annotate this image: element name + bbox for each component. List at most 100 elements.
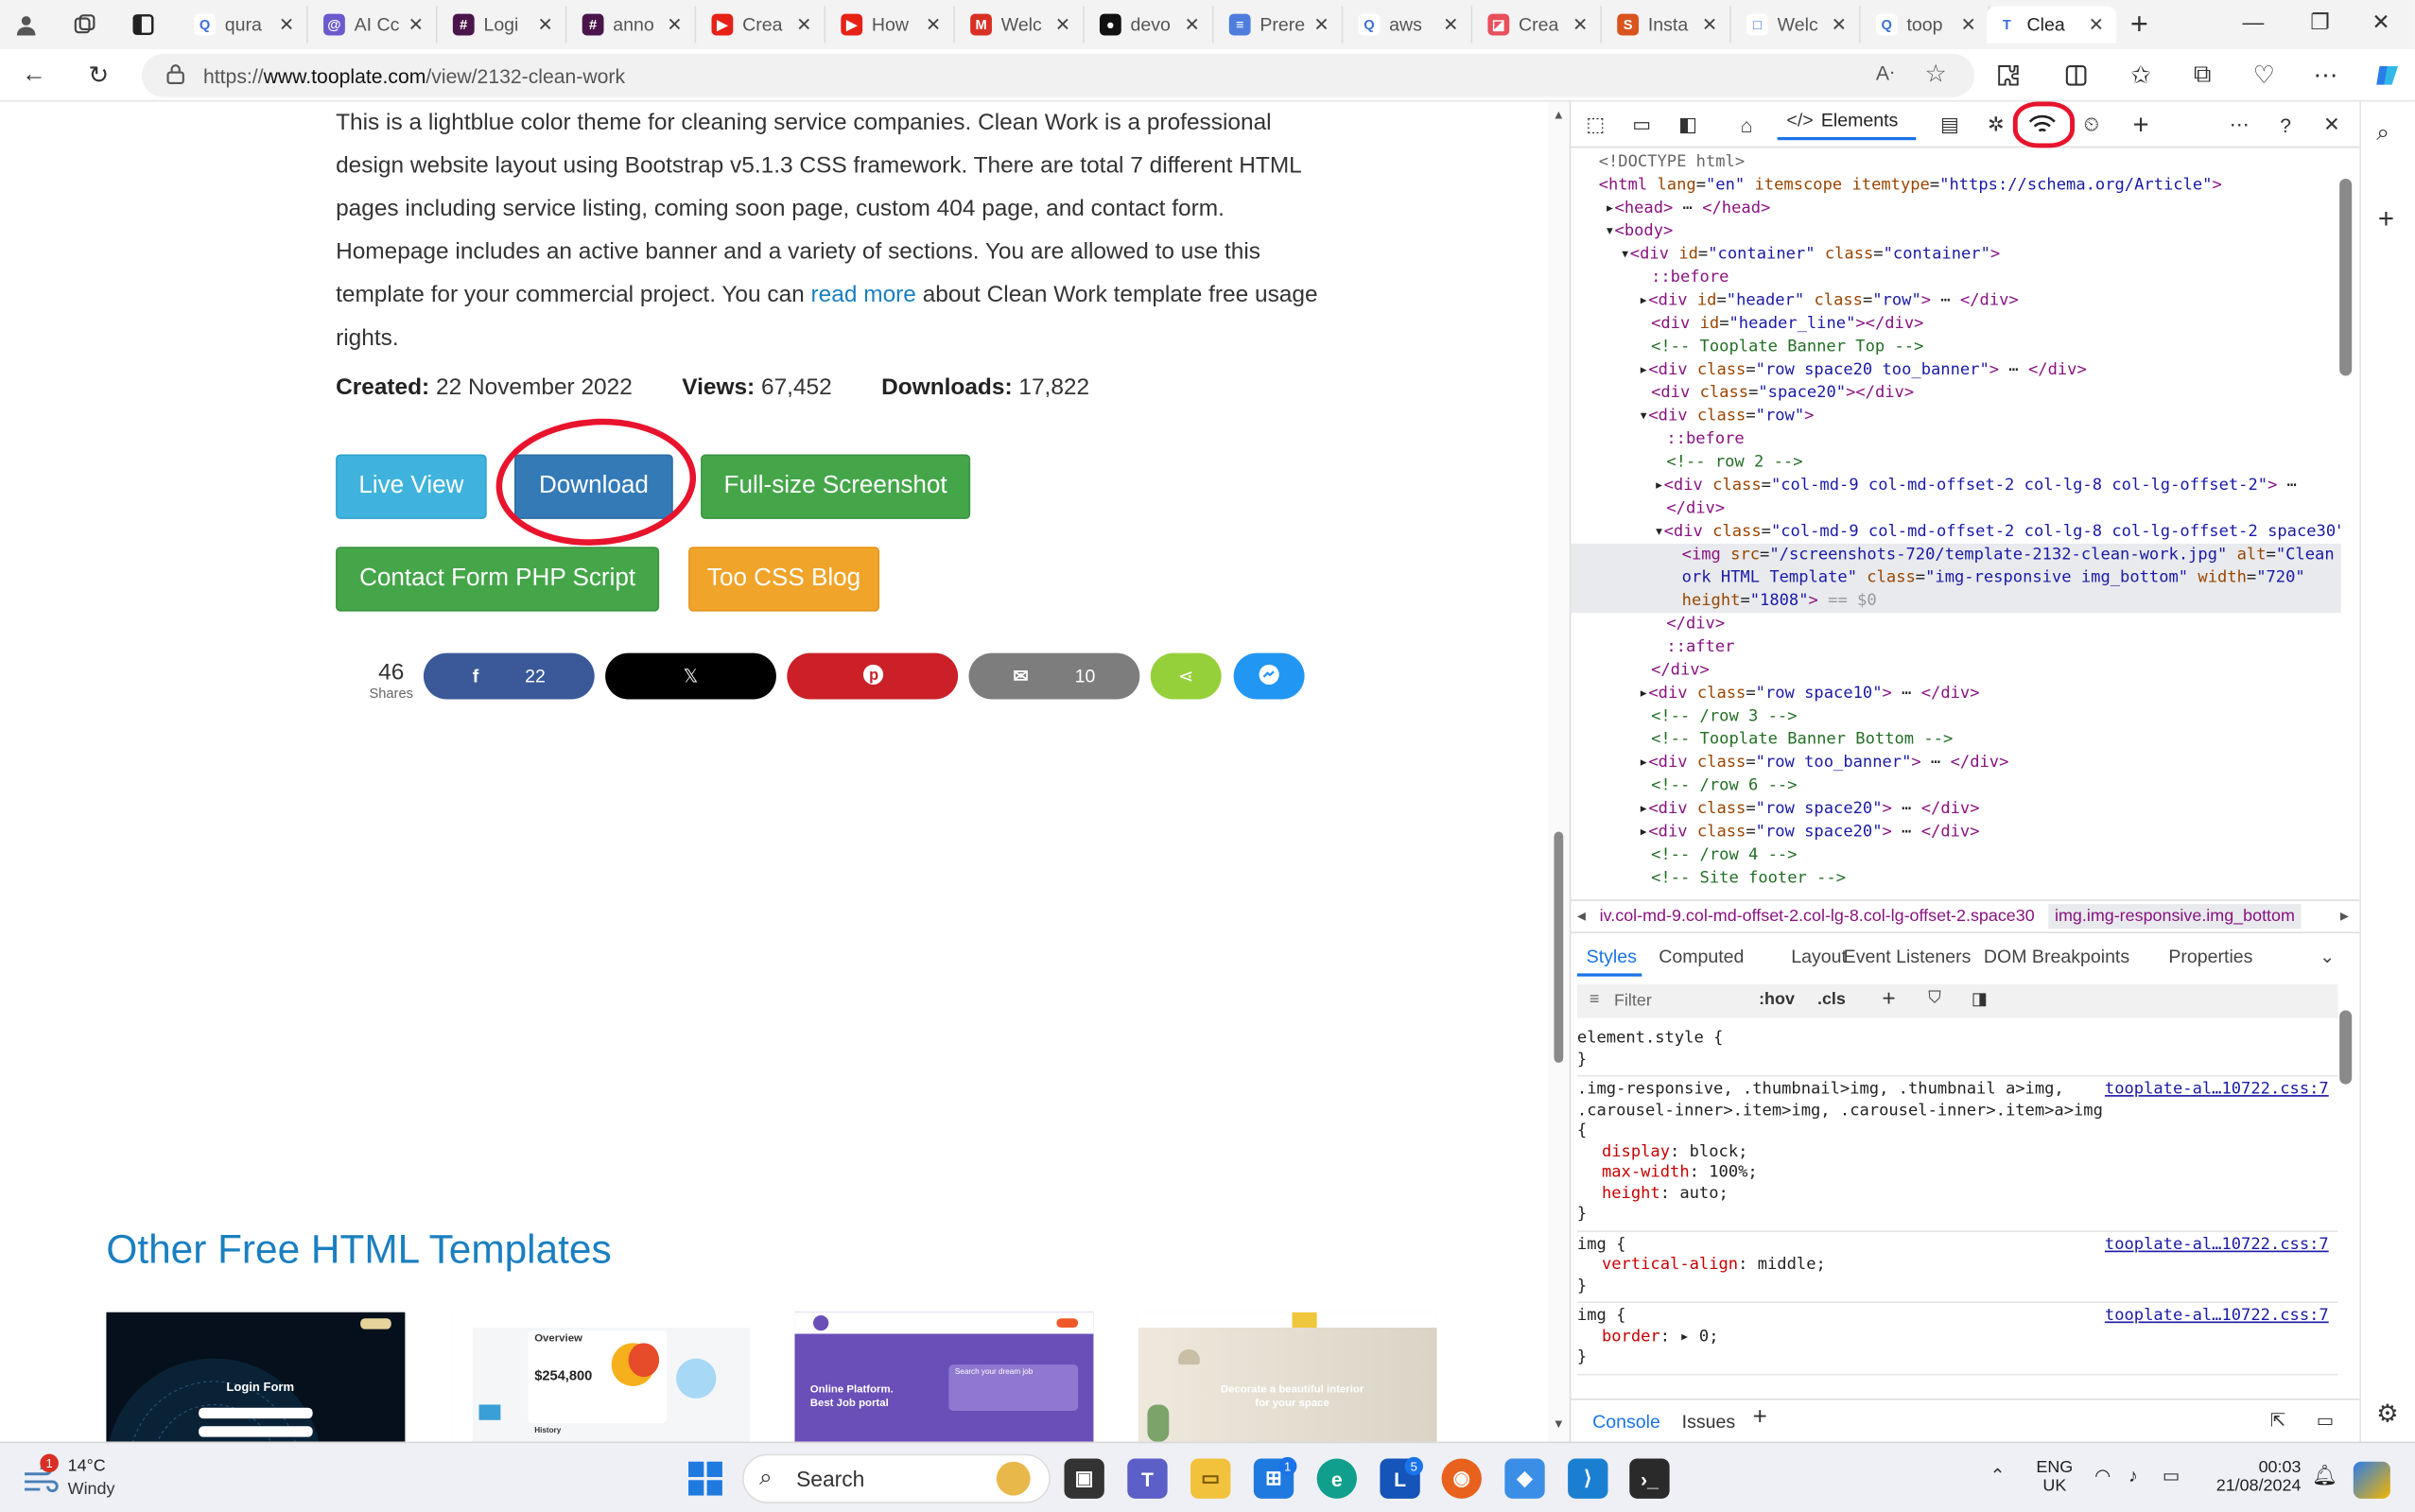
paint-brush-icon[interactable]: ⛉	[1928, 989, 1940, 1009]
browser-tab[interactable]: @ AI Cc ✕	[314, 6, 438, 43]
template-thumb-job-portal[interactable]: Online Platform. Best Job portal Search y…	[794, 1312, 1094, 1442]
teams-icon[interactable]: T	[1127, 1458, 1168, 1499]
scroll-down-icon[interactable]: ▼	[1553, 1416, 1565, 1431]
back-icon[interactable]: ←	[15, 59, 52, 93]
refresh-icon[interactable]: ↻	[80, 59, 117, 93]
share-x-button[interactable]: 𝕏	[605, 652, 776, 700]
browser-tab[interactable]: # anno ✕	[573, 6, 697, 43]
styles-scrollbar[interactable]	[2339, 1010, 2353, 1085]
browser-tab[interactable]: ▶ Crea ✕	[703, 6, 826, 43]
sources-bug-icon[interactable]: ✲	[1981, 111, 2012, 138]
breadcrumb-left-icon[interactable]: ◂	[1577, 907, 1586, 926]
scroll-up-icon[interactable]: ▲	[1553, 108, 1565, 122]
dom-tree-scrollbar[interactable]	[2339, 178, 2353, 376]
browser-tab[interactable]: Qaws ✕	[1349, 6, 1473, 43]
vscode-icon[interactable]: ⟩	[1568, 1458, 1608, 1499]
edge-icon[interactable]: e	[1316, 1458, 1357, 1499]
cls-toggle[interactable]: .cls	[1817, 990, 1846, 1009]
browser-tab[interactable]: Qqura ✕	[184, 6, 308, 43]
share-email-button[interactable]: ✉ 10	[968, 652, 1140, 700]
breadcrumb-parent[interactable]: iv.col-md-9.col-md-offset-2.col-lg-8.col…	[1600, 907, 2035, 926]
windows-start-icon[interactable]	[686, 1460, 723, 1504]
performance-icon[interactable]: ⏲	[2076, 111, 2108, 138]
template-thumb-login-form[interactable]: Login Form	[106, 1312, 406, 1442]
close-tab-icon[interactable]: ✕	[1832, 14, 1853, 36]
copilot-icon[interactable]	[2369, 59, 2406, 93]
close-devtools-icon[interactable]: ✕	[2317, 111, 2348, 138]
share-messenger-button[interactable]	[1233, 652, 1305, 700]
taskbar-search[interactable]: ⌕ Search	[742, 1453, 1051, 1503]
drawer-screen-icon[interactable]: ▭	[2317, 1409, 2334, 1431]
browser-tab[interactable]: ● devo ✕	[1090, 6, 1214, 43]
css-source-link[interactable]: tooplate-al…10722.css:7	[2105, 1306, 2329, 1327]
address-bar[interactable]: https://www.tooplate.com/view/2132-clean…	[141, 54, 1975, 97]
new-tab-button[interactable]: +	[2119, 7, 2159, 43]
share-pinterest-button[interactable]: p	[787, 652, 959, 700]
browser-tab[interactable]: ▶ How ✕	[832, 6, 955, 43]
devtools-menu-icon[interactable]: ⋯	[2224, 111, 2255, 138]
browser-tab[interactable]: ◪ Crea ✕	[1479, 6, 1602, 43]
browser-tab[interactable]: M Welc ✕	[961, 6, 1085, 43]
breadcrumb-current[interactable]: img.img-responsive.img_bottom	[2048, 904, 2302, 930]
settings-more-icon[interactable]: ⋯	[2307, 59, 2344, 93]
share-facebook-button[interactable]: f 22	[423, 652, 595, 700]
close-tab-icon[interactable]: ✕	[1572, 14, 1594, 36]
hov-toggle[interactable]: :hov	[1759, 990, 1795, 1009]
clock[interactable]: 00:03 21/08/2024	[2199, 1458, 2302, 1495]
page-scrollbar-thumb[interactable]	[1554, 831, 1564, 1063]
close-tab-icon[interactable]: ✕	[1185, 14, 1207, 36]
vertical-tabs-icon[interactable]	[123, 7, 163, 43]
minimize-icon[interactable]: —	[2243, 9, 2265, 34]
close-tab-icon[interactable]: ✕	[1960, 14, 1982, 36]
collections-icon[interactable]: ⧉	[2184, 59, 2221, 93]
firefox-icon[interactable]: ◉	[1441, 1458, 1482, 1499]
volume-icon[interactable]: ♪	[2128, 1465, 2138, 1486]
tab-properties[interactable]: Properties	[2168, 946, 2252, 967]
browser-tab[interactable]: Qtoop ✕	[1867, 6, 1990, 43]
device-emulation-icon[interactable]: ▭	[1626, 111, 1658, 138]
tab-elements[interactable]: </> Elements	[1777, 110, 1918, 141]
close-tab-icon[interactable]: ✕	[2089, 14, 2111, 36]
close-tab-icon[interactable]: ✕	[796, 14, 818, 36]
battery-icon[interactable]: ▭	[2163, 1465, 2180, 1486]
filter-input[interactable]: Filter	[1614, 992, 1652, 1011]
browser-tab[interactable]: # Logi ✕	[443, 6, 567, 43]
close-tab-icon[interactable]: ✕	[279, 14, 301, 36]
css-source-link[interactable]: tooplate-al…10722.css:7	[2105, 1234, 2329, 1255]
template-thumb-interior[interactable]: Decorate a beautiful interior for your sp…	[1138, 1312, 1437, 1442]
help-icon[interactable]: ?	[2270, 111, 2302, 138]
profile-icon[interactable]	[7, 7, 46, 43]
css-source-link[interactable]: tooplate-al…10722.css:7	[2105, 1080, 2329, 1101]
new-style-rule-icon[interactable]: +	[1882, 985, 1895, 1012]
split-screen-icon[interactable]	[2058, 59, 2094, 93]
sidebar-settings-icon[interactable]: ⚙	[2376, 1399, 2398, 1430]
extensions-icon[interactable]	[1989, 59, 2026, 93]
wifi-icon[interactable]: ◠	[2094, 1465, 2111, 1486]
close-window-icon[interactable]: ✕	[2372, 9, 2389, 36]
drawer-tab-issues[interactable]: Issues	[1682, 1411, 1735, 1433]
browser-tab[interactable]: ≡ Prere ✕	[1220, 6, 1344, 43]
tab-computed[interactable]: Computed	[1659, 946, 1744, 967]
browser-tab[interactable]: S Insta ✕	[1607, 6, 1731, 43]
selected-dom-node[interactable]: <img src="/screenshots-720/template-2132…	[1571, 543, 2341, 614]
input-language[interactable]: ENG UK	[2036, 1458, 2073, 1495]
tab-event-listeners[interactable]: Event Listeners	[1844, 946, 1972, 967]
sidebar-add-icon[interactable]: +	[2378, 203, 2394, 235]
page-scrollbar[interactable]: ▲ ▼	[1547, 101, 1570, 1442]
toggle-sidebar-icon[interactable]: ◨	[1972, 989, 1988, 1009]
template-thumb-mini-finance[interactable]: Overview $254,800 History	[451, 1312, 751, 1442]
close-tab-icon[interactable]: ✕	[667, 14, 688, 36]
favorites-icon[interactable]: ✩	[2122, 59, 2159, 93]
share-generic-button[interactable]: ⋖	[1150, 652, 1222, 700]
file-explorer-icon[interactable]: ▭	[1190, 1458, 1231, 1499]
close-tab-icon[interactable]: ✕	[1055, 14, 1077, 36]
favorite-star-icon[interactable]: ☆	[1924, 59, 1946, 90]
browser-tab[interactable]: □ Welc ✕	[1737, 6, 1861, 43]
rule-img-vertical-align[interactable]: tooplate-al…10722.css:7 img { vertical-a…	[1576, 1231, 2338, 1303]
chevron-down-icon[interactable]: ⌄	[2319, 946, 2335, 967]
live-view-button[interactable]: Live View	[336, 454, 487, 519]
sidebar-search-icon[interactable]: ⌕	[2376, 120, 2389, 147]
css-blog-button[interactable]: Too CSS Blog	[688, 547, 880, 612]
tab-dom-breakpoints[interactable]: DOM Breakpoints	[1984, 946, 2129, 967]
copilot-taskbar-icon[interactable]	[2353, 1461, 2390, 1499]
